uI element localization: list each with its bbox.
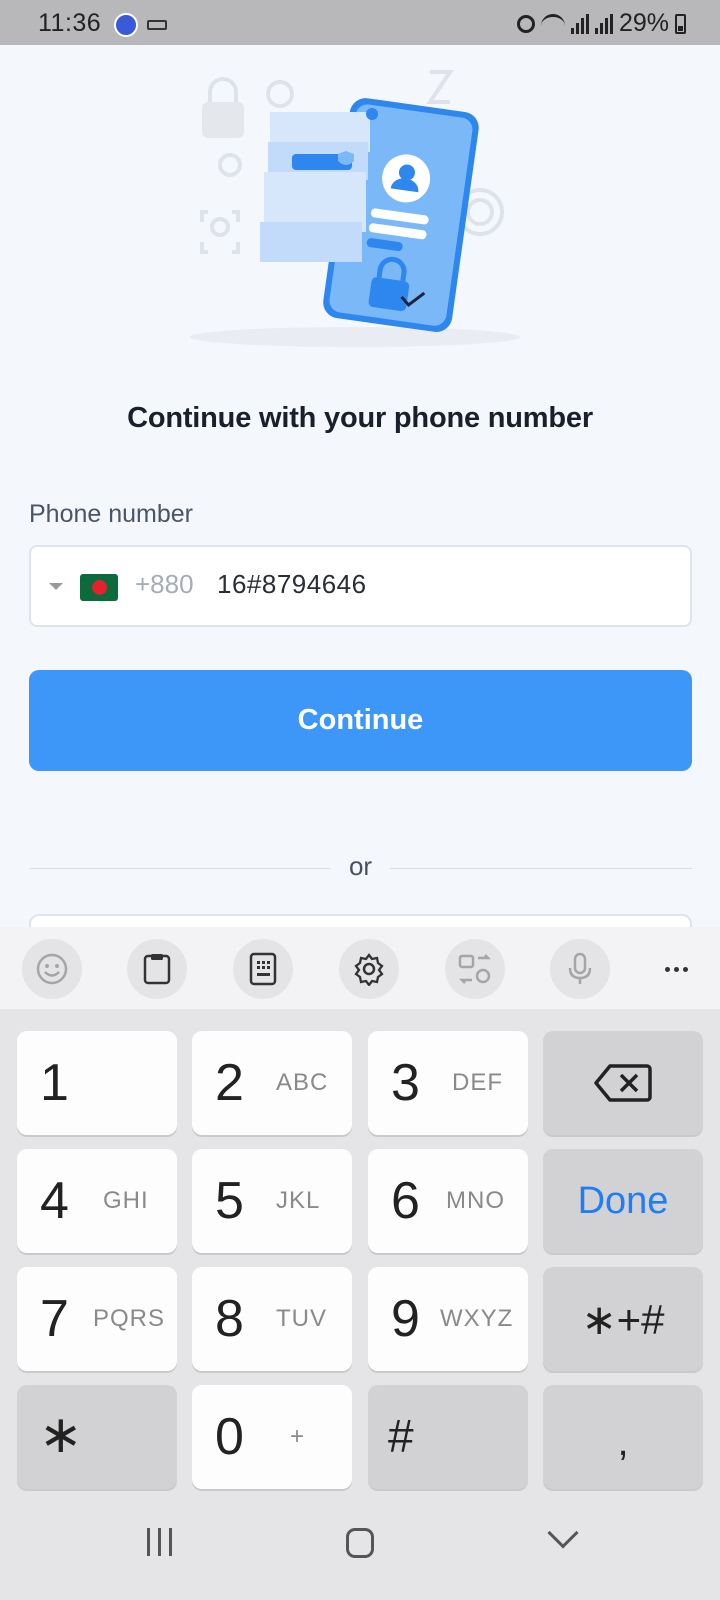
key-letters: GHI <box>103 1187 149 1214</box>
keyboard-toolbar <box>0 927 720 1009</box>
key-digit: 6 <box>391 1172 420 1230</box>
clipboard-button[interactable] <box>127 939 187 999</box>
phone-number-input[interactable]: 16#8794646 <box>217 569 367 600</box>
signal-icon <box>570 13 589 34</box>
continue-button[interactable]: Continue <box>29 670 692 771</box>
phone-number-label: Phone number <box>29 500 194 528</box>
translate-button[interactable] <box>445 939 505 999</box>
key-0[interactable]: 0 + <box>192 1385 352 1489</box>
key-letters: MNO <box>446 1187 505 1214</box>
keyboard-mode-icon <box>249 952 277 986</box>
key-letters: + <box>290 1423 306 1450</box>
key-digit: 8 <box>215 1290 244 1348</box>
more-icon[interactable] <box>658 939 694 999</box>
battery-percent: 29% <box>618 9 669 37</box>
country-dropdown-caret-icon[interactable] <box>49 583 63 590</box>
voice-input-button[interactable] <box>550 939 610 999</box>
hide-keyboard-icon[interactable] <box>547 1517 579 1549</box>
key-digit: 5 <box>215 1172 244 1230</box>
key-7[interactable]: 7 PQRS <box>17 1267 177 1371</box>
screen: 11:36 29% Continue with your phone numbe… <box>0 0 720 1600</box>
key-letters: ABC <box>276 1069 329 1096</box>
wifi-icon <box>540 13 565 34</box>
recent-apps-icon[interactable] <box>144 1528 174 1558</box>
star-key[interactable]: ∗ <box>17 1385 177 1489</box>
alarm-icon <box>516 14 535 33</box>
hash-label: # <box>388 1410 414 1462</box>
done-label: Done <box>577 1179 669 1222</box>
key-digit: 4 <box>40 1172 69 1230</box>
key-letters: PQRS <box>93 1305 166 1332</box>
status-bar: 11:36 29% <box>0 0 720 45</box>
emoji-button[interactable] <box>22 939 82 999</box>
key-1[interactable]: 1 <box>17 1031 177 1135</box>
key-letters: DEF <box>452 1069 503 1096</box>
page-title: Continue with your phone number <box>127 402 593 434</box>
settings-icon <box>354 953 384 986</box>
key-4[interactable]: 4 GHI <box>17 1149 177 1253</box>
keyboard-mode-button[interactable] <box>233 939 293 999</box>
keyboard-settings-button[interactable] <box>339 939 399 999</box>
keyboard-indicator-icon <box>147 20 167 30</box>
done-key[interactable]: Done <box>543 1149 703 1253</box>
key-letters: WXYZ <box>440 1305 514 1332</box>
key-digit: 7 <box>40 1290 69 1348</box>
hash-key[interactable]: # <box>368 1385 528 1489</box>
signal-icon <box>594 13 613 34</box>
key-digit: 2 <box>215 1054 244 1112</box>
key-5[interactable]: 5 JKL <box>192 1149 352 1253</box>
phone-security-illustration <box>190 70 520 347</box>
backspace-icon <box>594 1064 652 1102</box>
status-icons: 29% <box>516 9 686 38</box>
navigation-bar <box>0 1500 720 1600</box>
emoji-icon <box>36 953 68 985</box>
backspace-key[interactable] <box>543 1031 703 1135</box>
symbols-label: ∗+# <box>581 1295 665 1343</box>
mic-icon <box>568 952 592 984</box>
key-digit: 1 <box>40 1054 69 1112</box>
key-2[interactable]: 2 ABC <box>192 1031 352 1135</box>
key-8[interactable]: 8 TUV <box>192 1267 352 1371</box>
key-letters: JKL <box>276 1187 321 1214</box>
phone-number-field[interactable]: +880 16#8794646 <box>29 545 692 627</box>
bangladesh-flag-icon[interactable] <box>80 574 118 601</box>
clipboard-icon <box>143 954 171 985</box>
status-time: 11:36 <box>38 9 102 37</box>
home-icon[interactable] <box>346 1528 374 1558</box>
key-digit: 9 <box>391 1290 420 1348</box>
battery-icon <box>675 13 686 34</box>
key-digit: 0 <box>215 1408 244 1466</box>
key-3[interactable]: 3 DEF <box>368 1031 528 1135</box>
key-digit: 3 <box>391 1054 420 1112</box>
divider-line <box>29 868 331 869</box>
key-letters: TUV <box>276 1305 327 1332</box>
divider-line <box>390 868 692 869</box>
app-badge-icon <box>114 13 138 37</box>
key-9[interactable]: 9 WXYZ <box>368 1267 528 1371</box>
symbols-key[interactable]: ∗+# <box>543 1267 703 1371</box>
divider-or-text: or <box>348 851 373 881</box>
comma-label: , <box>617 1419 629 1464</box>
key-6[interactable]: 6 MNO <box>368 1149 528 1253</box>
comma-key[interactable]: , <box>543 1385 703 1489</box>
translate-icon <box>458 954 492 984</box>
country-code: +880 <box>135 569 194 599</box>
star-label: ∗ <box>39 1406 83 1464</box>
